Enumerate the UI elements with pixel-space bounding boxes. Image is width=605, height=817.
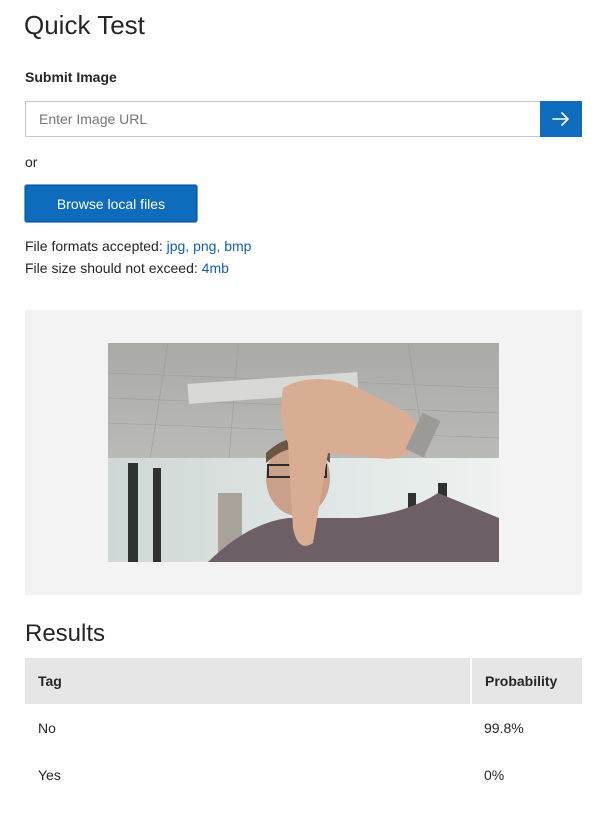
file-formats-info: File formats accepted: jpg, png, bmp bbox=[25, 238, 251, 254]
arrow-right-icon bbox=[552, 112, 569, 126]
results-header-row: Tag Probability bbox=[25, 658, 582, 704]
image-preview-panel bbox=[25, 310, 582, 595]
file-size-value: 4mb bbox=[201, 260, 229, 276]
file-size-info: File size should not exceed: 4mb bbox=[25, 260, 229, 276]
table-row: No 99.8% bbox=[25, 704, 582, 751]
probability-cell: 99.8% bbox=[484, 719, 524, 736]
image-url-input[interactable] bbox=[25, 101, 540, 137]
image-url-row bbox=[25, 101, 582, 137]
probability-cell: 0% bbox=[484, 766, 505, 783]
column-header-tag: Tag bbox=[25, 658, 472, 704]
tag-cell: No bbox=[38, 719, 56, 736]
column-header-probability: Probability bbox=[471, 658, 582, 704]
browse-local-files-button[interactable]: Browse local files bbox=[25, 185, 197, 222]
preview-image bbox=[108, 343, 499, 562]
results-title: Results bbox=[25, 620, 106, 647]
submit-image-label: Submit Image bbox=[25, 69, 117, 85]
or-separator: or bbox=[25, 154, 38, 170]
tag-cell: Yes bbox=[38, 766, 61, 783]
file-formats-value: jpg, png, bmp bbox=[166, 238, 252, 254]
table-row: Yes 0% bbox=[25, 751, 582, 798]
file-formats-label: File formats accepted: bbox=[25, 238, 167, 254]
submit-url-button[interactable] bbox=[540, 101, 582, 137]
page-title: Quick Test bbox=[24, 10, 145, 40]
file-size-label: File size should not exceed: bbox=[25, 260, 202, 276]
results-table: Tag Probability No 99.8% Yes 0% bbox=[25, 658, 582, 798]
